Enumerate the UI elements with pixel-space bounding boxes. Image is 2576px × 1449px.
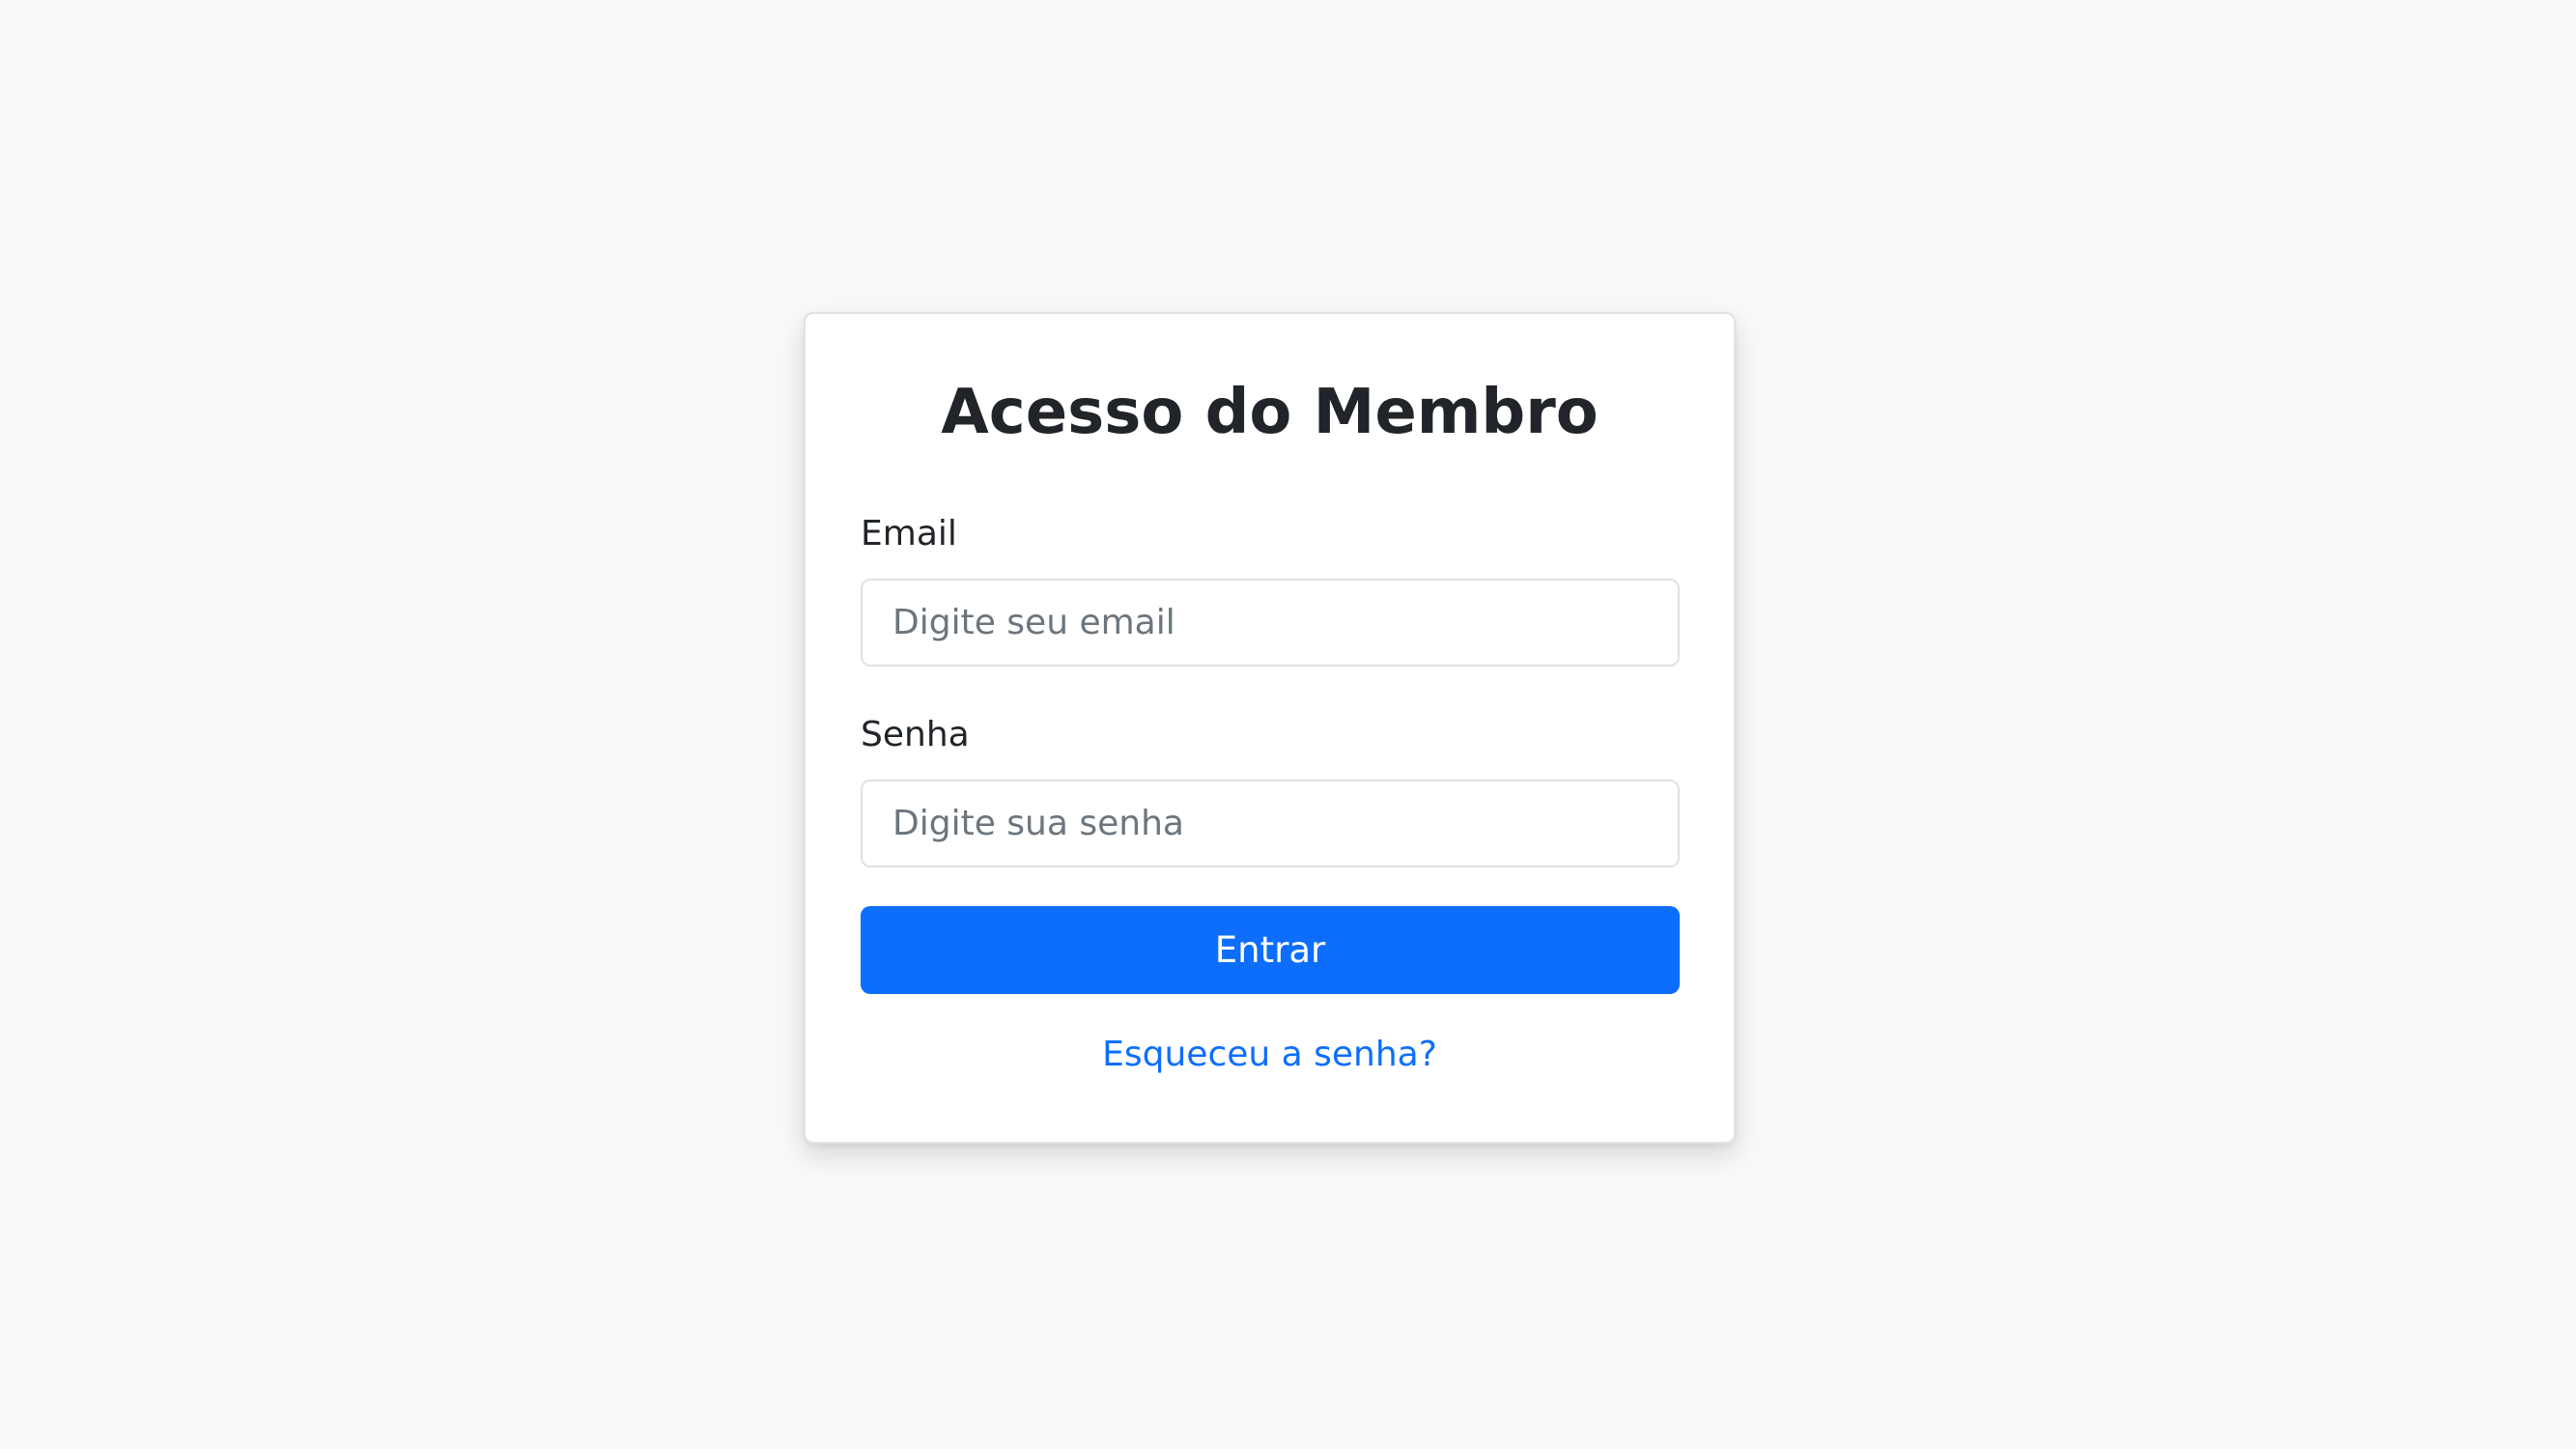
page-title: Acesso do Membro	[941, 377, 1599, 448]
forgot-password-link[interactable]: Esqueceu a senha?	[806, 1034, 1734, 1075]
password-label: Senha	[861, 715, 970, 754]
email-field[interactable]	[861, 579, 1680, 667]
email-label: Email	[861, 514, 957, 554]
login-button[interactable]: Entrar	[861, 906, 1680, 994]
login-card: Acesso do Membro Email Senha Entrar Esqu…	[804, 312, 1736, 1144]
password-field[interactable]	[861, 780, 1680, 867]
